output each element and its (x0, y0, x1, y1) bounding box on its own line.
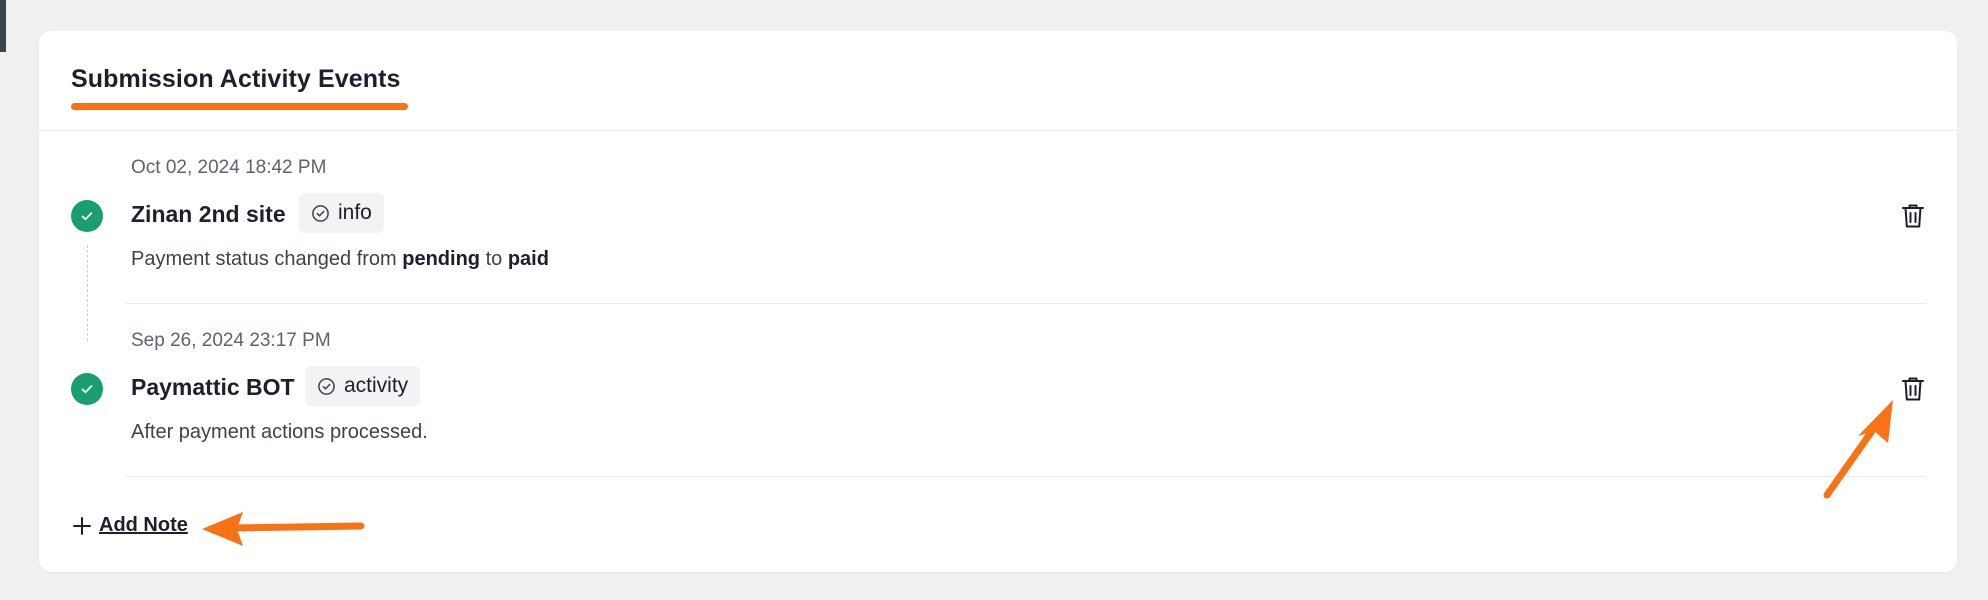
event-type-badge: activity (305, 366, 421, 406)
event-timestamp: Sep 26, 2024 23:17 PM (131, 330, 331, 351)
activity-event: Oct 02, 2024 18:42 PM Zinan 2nd site inf… (39, 131, 1957, 304)
check-circle-outline-icon (312, 204, 329, 222)
panel-header: Submission Activity Events (39, 31, 1957, 131)
trash-icon (1902, 204, 1924, 228)
event-title: Zinan 2nd site (131, 201, 286, 227)
add-note-label: Add Note (99, 514, 188, 536)
status-to: paid (507, 248, 549, 270)
event-timestamp: Oct 02, 2024 18:42 PM (131, 157, 327, 178)
description-connector: to (480, 248, 508, 270)
delete-event-button[interactable] (1900, 375, 1926, 403)
admin-sidebar-edge (0, 0, 6, 52)
event-divider (125, 476, 1926, 477)
status-from: pending (402, 248, 481, 270)
title-underline (71, 103, 408, 110)
activity-events-panel: Submission Activity Events Oct 02, 2024 … (39, 31, 1957, 572)
event-description: After payment actions processed. (131, 421, 428, 443)
event-title: Paymattic BOT (131, 374, 295, 400)
badge-label: activity (344, 374, 409, 397)
panel-title: Submission Activity Events (71, 65, 401, 93)
trash-icon (1902, 377, 1924, 401)
badge-label: info (338, 201, 372, 224)
event-description: Payment status changed from pending to p… (131, 248, 549, 271)
check-circle-outline-icon (318, 377, 335, 395)
event-type-badge: info (299, 193, 384, 233)
check-circle-icon (71, 373, 103, 405)
check-circle-icon (71, 200, 103, 232)
description-text: Payment status changed from (131, 248, 403, 270)
activity-event: Sep 26, 2024 23:17 PM Paymattic BOT acti… (39, 304, 1957, 477)
plus-icon (73, 516, 91, 535)
add-note-button[interactable]: Add Note (71, 514, 188, 537)
delete-event-button[interactable] (1900, 202, 1926, 230)
